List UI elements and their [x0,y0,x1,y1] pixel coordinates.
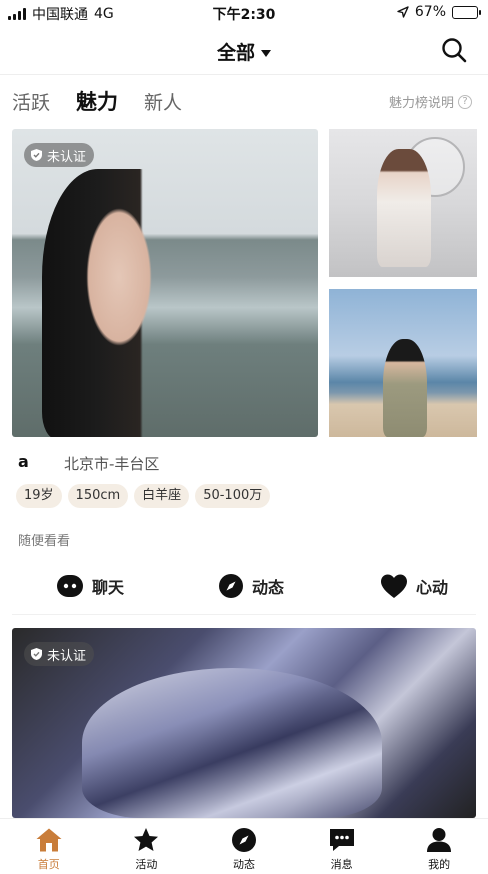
user-icon [427,828,452,852]
compass-icon [219,574,243,598]
portrait-figure [42,169,182,437]
nav-messages[interactable]: 消息 [293,819,391,874]
unverified-badge: 未认证 [24,642,95,666]
nav-home-label: 首页 [37,858,60,871]
message-icon [329,829,354,851]
shield-icon [31,149,42,161]
nav-activity-label: 活动 [135,858,158,871]
nav-profile[interactable]: 我的 [390,819,488,874]
like-button[interactable]: 心动 [380,568,448,604]
home-icon [36,828,62,852]
filter-dropdown-label: 全部 [216,42,255,64]
battery-icon [452,5,481,19]
tab-newcomer[interactable]: 新人 [144,88,182,115]
unverified-badge: 未认证 [24,143,95,167]
photo-figure [377,149,431,267]
caret-down-icon [261,50,271,57]
moments-button[interactable]: 动态 [218,568,284,604]
unverified-label: 未认证 [47,149,87,165]
profile-actions: 聊天 动态 心动 [0,568,488,604]
tag-age: 19岁 [16,484,62,508]
tag-zodiac: 白羊座 [134,484,190,508]
profile-main-photo[interactable]: 未认证 [12,129,318,437]
tag-income: 50-100万 [195,484,271,508]
charm-help-label: 魅力榜说明 [388,96,454,111]
profile-caption: 随便看看 [18,534,71,549]
helmet-figure [82,668,382,818]
nav-profile-label: 我的 [428,858,451,871]
profile-name: a [18,452,29,471]
chat-button[interactable]: 聊天 [56,568,124,604]
nav-moments-label: 动态 [232,858,255,871]
tab-active[interactable]: 活跃 [12,88,50,115]
location-arrow-icon [397,6,409,18]
heart-icon [381,574,407,598]
tab-charm[interactable]: 魅力 [76,86,118,116]
bottom-nav: 首页 活动 动态 消息 我的 [0,818,488,874]
chat-label: 聊天 [92,578,125,597]
profile-tags: 19岁 150cm 白羊座 50-100万 [16,484,271,508]
compass-icon [231,828,256,852]
card-divider [12,614,476,615]
moments-label: 动态 [252,578,285,597]
chat-icon [57,575,83,597]
battery-percent: 67% [414,4,446,20]
photo-figure [383,339,427,437]
header-divider [0,74,488,75]
charm-help-link[interactable]: 魅力榜说明 ? [389,92,472,111]
filter-dropdown[interactable]: 全部 [0,38,488,65]
question-icon: ? [458,94,472,109]
nav-home[interactable]: 首页 [0,819,98,874]
status-right: 67% [397,4,481,20]
profile-photo-2[interactable] [329,129,477,277]
ranking-tabs: 活跃 魅力 新人 [12,86,182,118]
like-label: 心动 [416,578,449,597]
tag-height: 150cm [67,484,129,508]
nav-moments[interactable]: 动态 [195,819,293,874]
top-header: 全部 [0,26,488,74]
profile-main-photo-2[interactable]: 未认证 [12,628,476,818]
star-icon [134,828,159,851]
status-bar: 中国联通 4G 下午2:30 67% [0,0,488,26]
nav-activity[interactable]: 活动 [98,819,196,874]
unverified-label: 未认证 [47,648,87,664]
shield-icon [31,648,42,660]
nav-messages-label: 消息 [330,858,353,871]
search-icon[interactable] [440,36,468,64]
profile-photo-3[interactable] [329,289,477,437]
profile-location: 北京市-丰台区 [64,455,160,473]
